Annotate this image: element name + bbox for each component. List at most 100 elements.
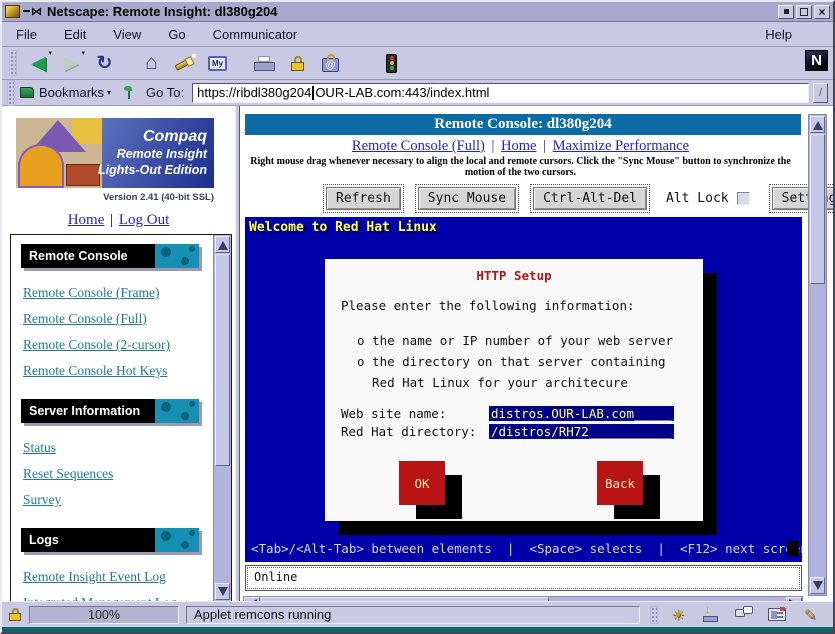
sidebar-item-remote-insight-event-log[interactable]: Remote Insight Event Log bbox=[23, 569, 166, 585]
maximize-button[interactable] bbox=[796, 5, 812, 19]
url-dropdown-button[interactable]: / bbox=[813, 83, 828, 103]
maximize-icon bbox=[800, 8, 808, 16]
home-nav-link[interactable]: Home bbox=[501, 138, 536, 154]
ok-button[interactable]: OK bbox=[399, 461, 445, 505]
logout-link[interactable]: Log Out bbox=[119, 212, 169, 228]
home-button[interactable]: ⌂ bbox=[135, 49, 168, 77]
menu-view[interactable]: View bbox=[113, 27, 141, 42]
toolbar-grip[interactable] bbox=[9, 50, 17, 76]
menu-file[interactable]: File bbox=[16, 27, 37, 42]
print-button[interactable] bbox=[248, 49, 281, 77]
scroll-up-button[interactable] bbox=[215, 236, 230, 253]
pushpin-icon: ⋈ bbox=[23, 5, 42, 18]
menu-help[interactable]: Help bbox=[765, 27, 792, 42]
scroll-down-button[interactable] bbox=[810, 577, 825, 594]
menu-communicator[interactable]: Communicator bbox=[213, 27, 298, 42]
remote-console-screen[interactable]: Welcome to Red Hat Linux HTTP Setup Plea… bbox=[245, 217, 802, 562]
navigator-icon: ☀ bbox=[671, 606, 684, 624]
header-pattern bbox=[155, 399, 199, 423]
applet-status-box: Online bbox=[245, 565, 802, 591]
remote-console-full-link[interactable]: Remote Console (Full) bbox=[352, 138, 485, 154]
bookmarks-button[interactable]: Bookmarks ▾ bbox=[20, 85, 111, 100]
nav-separator: | bbox=[543, 138, 546, 154]
sidebar-nav-panel: Remote Console Remote Console (Frame) Re… bbox=[10, 234, 232, 602]
menu-edit[interactable]: Edit bbox=[64, 27, 86, 42]
location-bar-grip[interactable] bbox=[7, 80, 15, 106]
product-name: Remote Insight bbox=[98, 147, 207, 163]
sidebar-item-remote-console-full[interactable]: Remote Console (Full) bbox=[23, 311, 147, 327]
back-dialog-button[interactable]: Back bbox=[597, 461, 643, 505]
scroll-down-button[interactable] bbox=[215, 583, 230, 600]
console-nav-links: Remote Console (Full) | Home | Maximize … bbox=[240, 138, 833, 155]
reload-icon: ↻ bbox=[97, 52, 113, 75]
location-icon[interactable] bbox=[123, 86, 134, 99]
sidebar-item-reset-sequences[interactable]: Reset Sequences bbox=[23, 466, 113, 482]
alt-lock-checkbox[interactable] bbox=[737, 192, 750, 205]
menu-go[interactable]: Go bbox=[168, 27, 185, 42]
main-vertical-scrollbar[interactable] bbox=[808, 114, 827, 596]
security-button[interactable] bbox=[281, 49, 314, 77]
bookmarks-label: Bookmarks bbox=[39, 85, 104, 100]
web-site-name-field[interactable]: distros.OUR-LAB.com_____ bbox=[489, 406, 674, 421]
redhat-directory-field[interactable]: /distros/RH72___________ bbox=[489, 424, 674, 439]
sidebar-item-remote-console-frame[interactable]: Remote Console (Frame) bbox=[23, 285, 159, 301]
instructions-text: Right mouse drag whenever necessary to a… bbox=[240, 156, 833, 178]
home-link[interactable]: Home bbox=[68, 212, 105, 228]
search-button[interactable] bbox=[168, 49, 201, 77]
navigator-button[interactable]: ☀ bbox=[668, 606, 688, 623]
forward-button[interactable]: ▶ ▾ bbox=[55, 49, 88, 77]
sidebar-item-survey[interactable]: Survey bbox=[23, 492, 61, 508]
refresh-button[interactable]: Refresh bbox=[326, 187, 401, 210]
sidebar-scrollbar[interactable] bbox=[213, 235, 231, 601]
version-label: Version 2.41 (40-bit SSL) bbox=[2, 192, 214, 203]
scrollbar-thumb[interactable] bbox=[810, 134, 825, 284]
link-separator: | bbox=[110, 212, 113, 228]
reload-button[interactable]: ↻ bbox=[88, 49, 121, 77]
url-input[interactable]: https://ribdl380g204 OUR-LAB.com:443/ind… bbox=[192, 83, 809, 103]
forward-dropdown-icon: ▾ bbox=[81, 49, 85, 57]
logo-artwork bbox=[16, 118, 102, 188]
component-bar-grip[interactable] bbox=[650, 606, 658, 624]
back-button[interactable]: ◀ ▾ bbox=[22, 49, 55, 77]
netscape-logo[interactable]: N bbox=[805, 50, 828, 71]
sync-mouse-button[interactable]: Sync Mouse bbox=[418, 187, 516, 210]
bullet-line: Red Hat Linux for your architecure bbox=[357, 372, 703, 393]
section-header-remote-console: Remote Console bbox=[21, 244, 199, 268]
inbox-button[interactable]: ↓ bbox=[701, 606, 721, 623]
minimize-button[interactable] bbox=[778, 5, 794, 19]
address-book-button[interactable] bbox=[767, 606, 787, 623]
shop-button[interactable]: @ bbox=[314, 49, 347, 77]
discussions-icon bbox=[743, 606, 753, 614]
maximize-performance-link[interactable]: Maximize Performance bbox=[553, 138, 689, 154]
scrollbar-thumb[interactable] bbox=[215, 254, 230, 466]
web-site-name-label: Web site name: bbox=[341, 406, 489, 421]
stop-button[interactable] bbox=[375, 49, 408, 77]
menu-bar: File Edit View Go Communicator Help bbox=[2, 22, 833, 47]
close-button[interactable]: × bbox=[814, 5, 830, 19]
header-pattern bbox=[155, 528, 199, 552]
window-title: Netscape: Remote Insight: dl380g204 bbox=[47, 4, 277, 19]
window-manager-icon bbox=[5, 5, 20, 18]
sidebar-item-remote-console-2cursor[interactable]: Remote Console (2-cursor) bbox=[23, 337, 170, 353]
minimize-icon bbox=[784, 9, 789, 14]
back-dropdown-icon: ▾ bbox=[48, 49, 52, 57]
progress-indicator: 100% bbox=[29, 606, 179, 624]
component-bar: ☀ ↓ ✎ bbox=[668, 606, 820, 623]
security-lock-icon[interactable] bbox=[9, 608, 21, 621]
forward-icon: ▶ bbox=[64, 52, 79, 75]
ctrl-alt-del-button[interactable]: Ctrl-Alt-Del bbox=[533, 187, 647, 210]
url-text-after-cursor: OUR-LAB.com:443/index.html bbox=[315, 85, 489, 100]
url-text-before-cursor: https://ribdl380g204 bbox=[197, 85, 311, 100]
status-message: Applet remcons running bbox=[186, 606, 640, 624]
sidebar-item-status[interactable]: Status bbox=[23, 440, 56, 456]
my-netscape-button[interactable]: My bbox=[201, 49, 234, 77]
main-frame: Remote Console: dl380g204 Remote Console… bbox=[240, 106, 833, 602]
title-bar[interactable]: ⋈ Netscape: Remote Insight: dl380g204 × bbox=[2, 2, 833, 22]
sidebar-item-remote-console-hot-keys[interactable]: Remote Console Hot Keys bbox=[23, 363, 167, 379]
brand-name: Compaq bbox=[98, 127, 207, 147]
discussions-button[interactable] bbox=[734, 606, 754, 623]
composer-button[interactable]: ✎ bbox=[800, 606, 820, 623]
traffic-light-icon bbox=[386, 54, 397, 73]
scroll-up-button[interactable] bbox=[810, 116, 825, 133]
flashlight-icon bbox=[174, 54, 196, 72]
